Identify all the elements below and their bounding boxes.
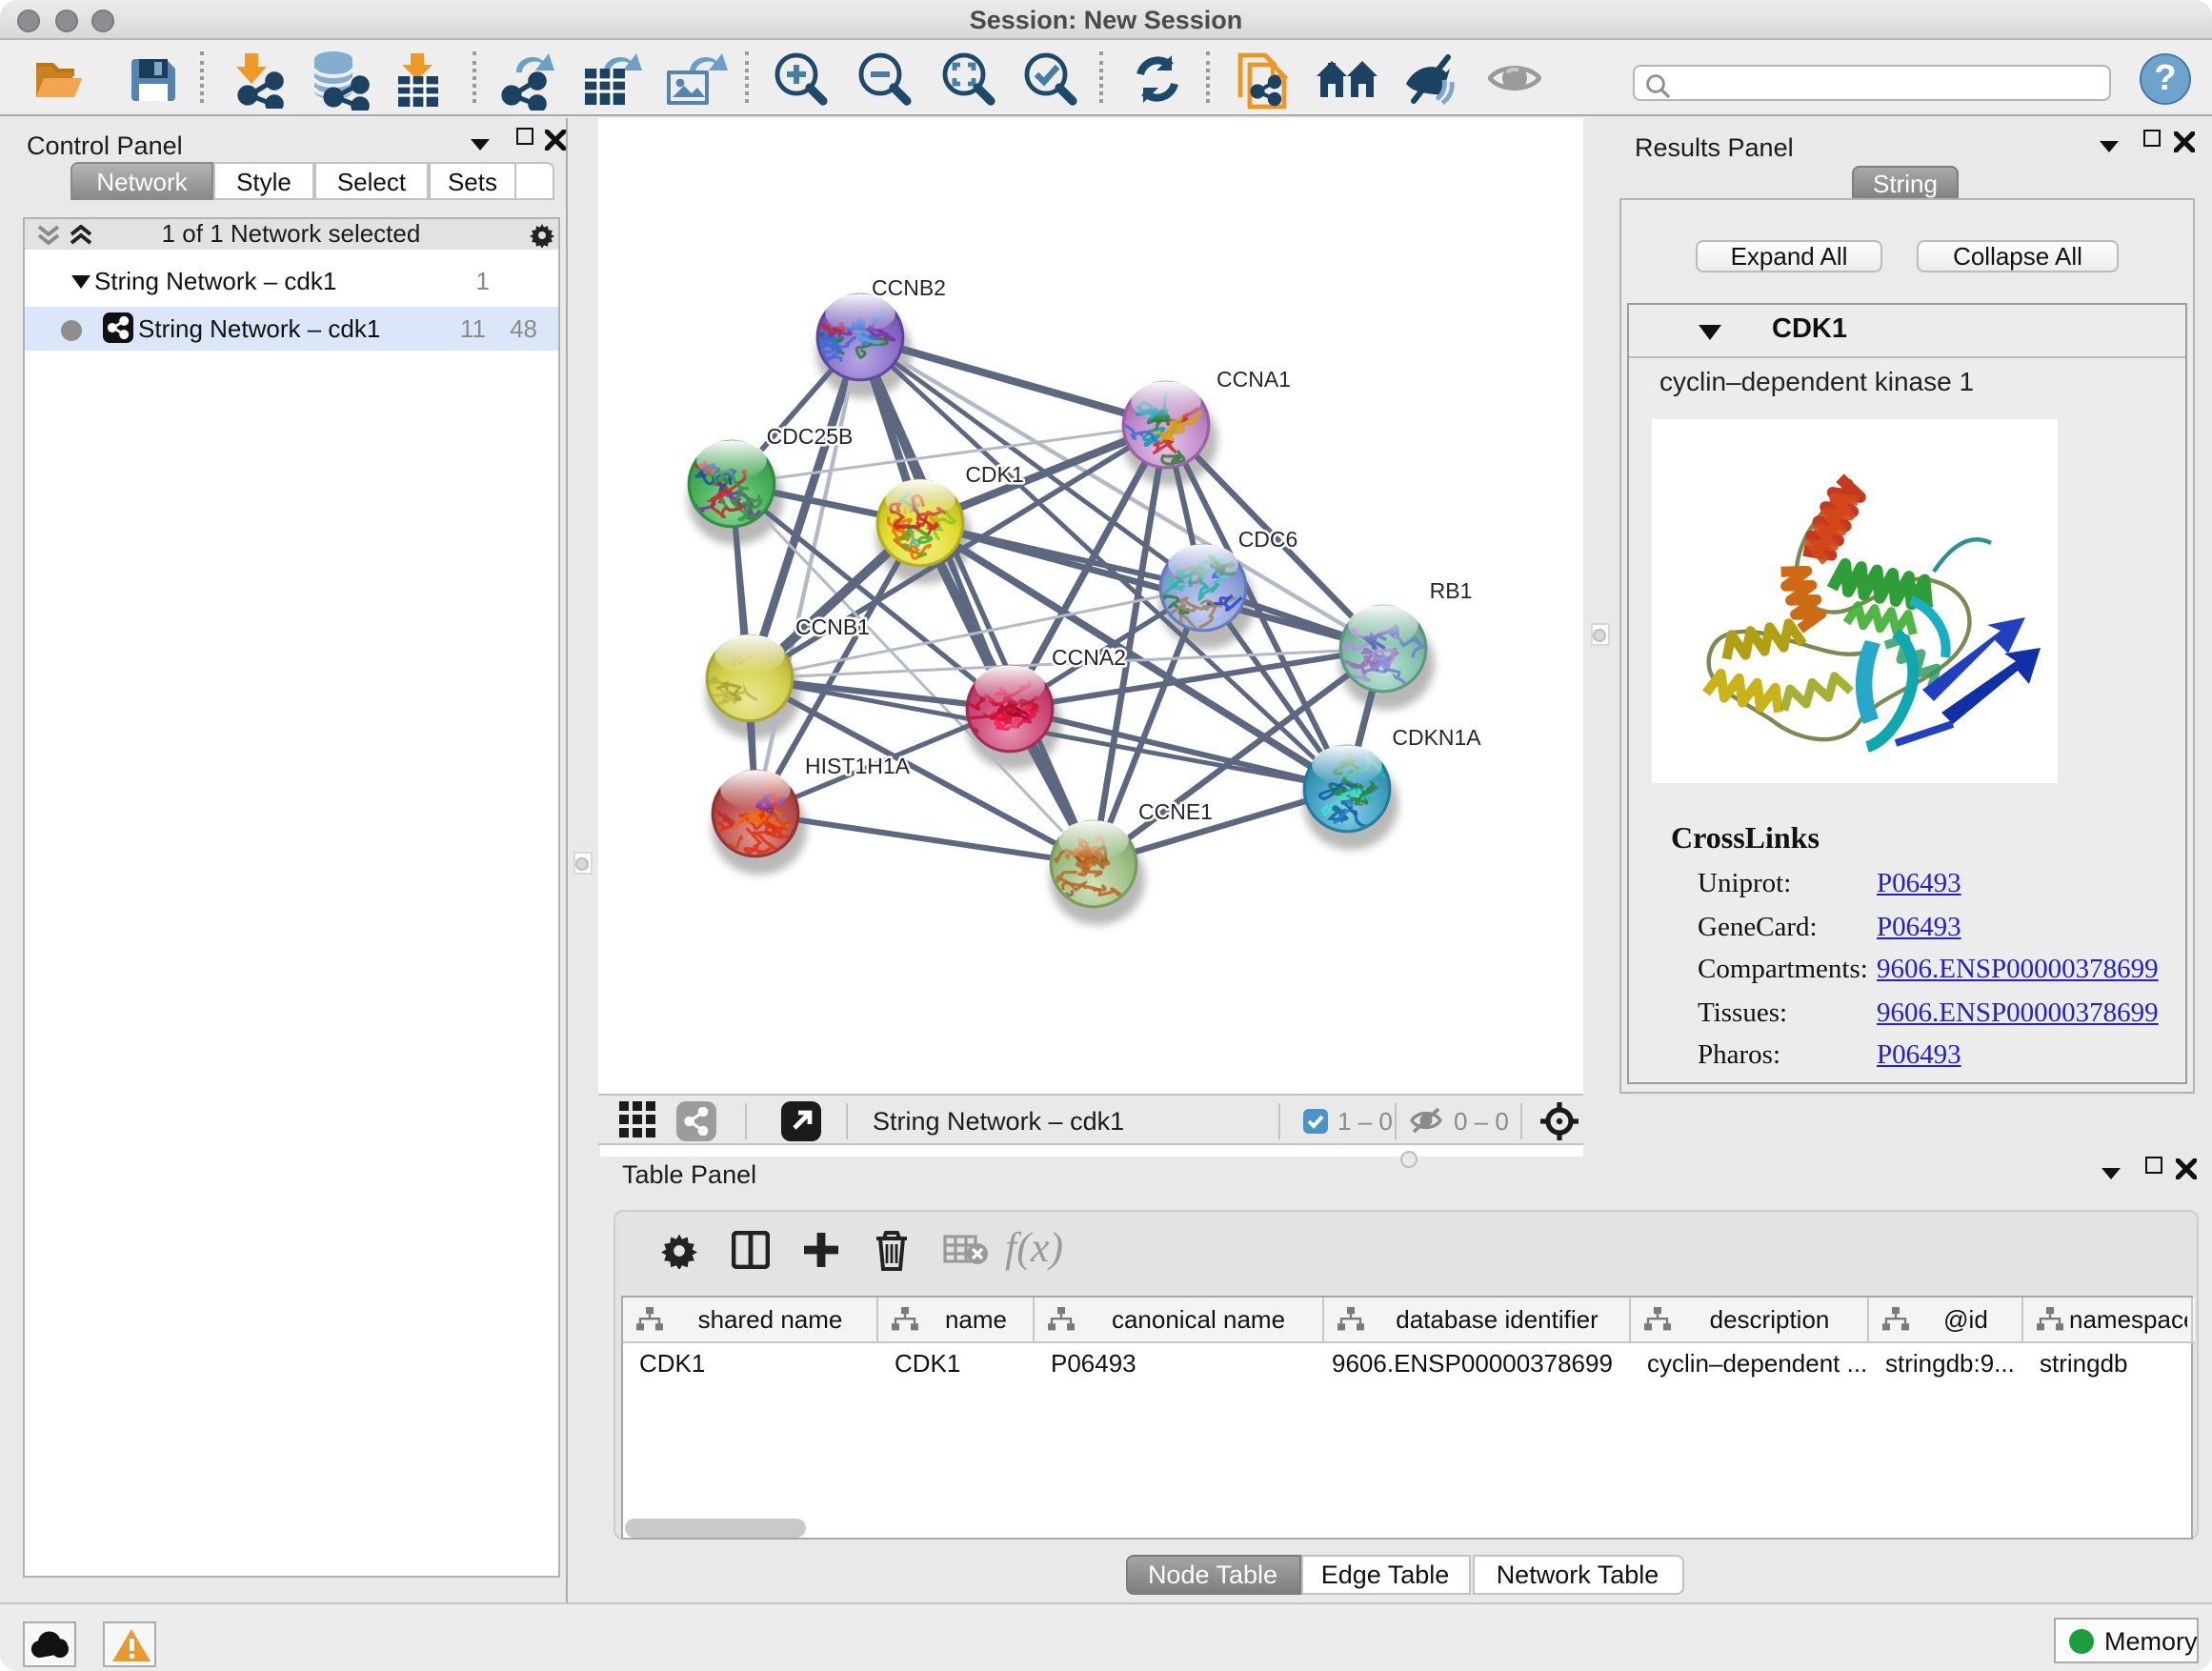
svg-text:CCNB1: CCNB1: [795, 614, 870, 639]
svg-text:CDC25B: CDC25B: [767, 424, 854, 449]
svg-text:HIST1H1A: HIST1H1A: [805, 754, 911, 778]
svg-text:CCNA2: CCNA2: [1052, 645, 1126, 670]
svg-text:CCNA1: CCNA1: [1217, 367, 1291, 392]
svg-text:CDC6: CDC6: [1238, 527, 1298, 552]
svg-text:CCNB2: CCNB2: [872, 275, 946, 300]
svg-text:CDK1: CDK1: [965, 462, 1023, 487]
svg-text:CDKN1A: CDKN1A: [1392, 725, 1481, 750]
svg-text:RB1: RB1: [1430, 578, 1473, 603]
svg-text:CCNE1: CCNE1: [1138, 799, 1213, 824]
